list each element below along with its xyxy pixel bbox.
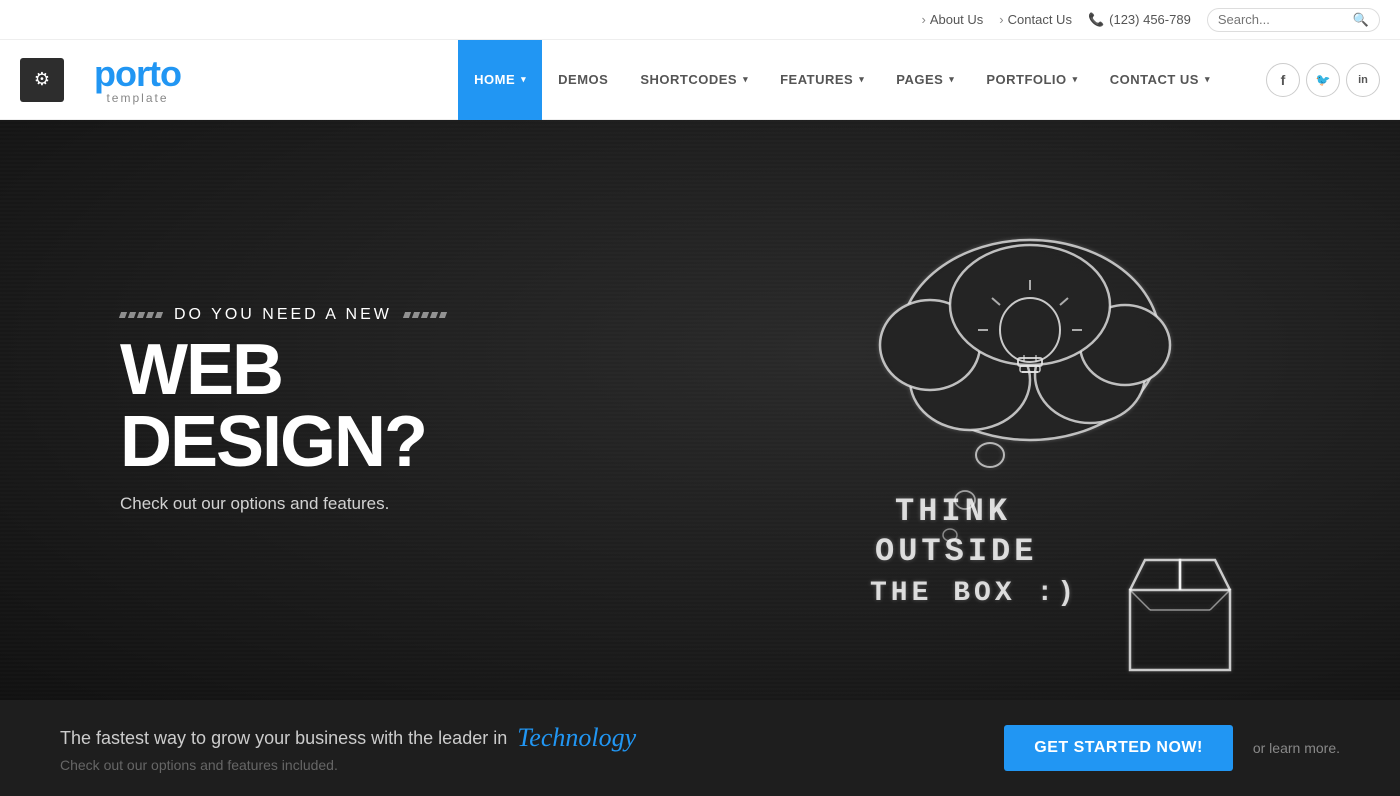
svg-text:OUTSIDE: OUTSIDE [875, 533, 1037, 570]
hero-small-text: DO YOU NEED A NEW [120, 306, 600, 324]
shortcodes-arrow-icon: ▾ [743, 74, 748, 85]
get-started-button[interactable]: Get Started Now! [1004, 725, 1233, 771]
contact-arrow-icon: ▾ [1205, 74, 1210, 85]
svg-text:THINK: THINK [895, 493, 1011, 530]
gear-button[interactable]: ⚙ [20, 58, 64, 102]
features-arrow-icon: ▾ [859, 74, 864, 85]
chalk-art: THINK OUTSIDE THE BOX :) [740, 160, 1320, 685]
bottom-main-text: The fastest way to grow your business wi… [60, 728, 507, 749]
hero-description: Check out our options and features. [120, 494, 600, 514]
main-header: ⚙ porto template HOME ▾ DEMOS SHORTCODES… [0, 40, 1400, 120]
linkedin-icon[interactable]: in [1346, 63, 1380, 97]
hero-content: DO YOU NEED A NEW WEB DESIGN? Check out … [0, 306, 600, 514]
facebook-icon[interactable]: f [1266, 63, 1300, 97]
pages-arrow-icon: ▾ [949, 74, 954, 85]
hero-title: WEB DESIGN? [120, 334, 600, 478]
nav-demos[interactable]: DEMOS [542, 40, 624, 120]
svg-text:THE BOX :): THE BOX :) [870, 578, 1078, 609]
or-learn-text: or learn more. [1253, 740, 1340, 756]
phone-icon: 📞 [1088, 12, 1104, 28]
hero-section: DO YOU NEED A NEW WEB DESIGN? Check out … [0, 120, 1400, 700]
logo-name: porto [94, 53, 181, 94]
bottom-highlight: Technology [517, 723, 636, 753]
nav-features[interactable]: FEATURES ▾ [764, 40, 880, 120]
nav-pages[interactable]: PAGES ▾ [880, 40, 970, 120]
nav-portfolio[interactable]: PORTFOLIO ▾ [970, 40, 1093, 120]
search-box[interactable]: 🔍 [1207, 8, 1380, 32]
twitter-icon[interactable]: 🐦 [1306, 63, 1340, 97]
search-input[interactable] [1218, 12, 1348, 27]
hero-deco-right [404, 312, 446, 318]
search-icon: 🔍 [1353, 12, 1369, 28]
main-nav: HOME ▾ DEMOS SHORTCODES ▾ FEATURES ▾ PAG… [458, 40, 1226, 120]
hero-subtitle-small: DO YOU NEED A NEW [174, 306, 392, 324]
bottom-subtext: Check out our options and features inclu… [60, 757, 636, 773]
logo-area: porto template [94, 56, 181, 104]
home-arrow-icon: ▾ [521, 74, 526, 85]
top-bar: About Us Contact Us 📞 (123) 456-789 🔍 [0, 0, 1400, 40]
about-us-link[interactable]: About Us [921, 12, 983, 27]
logo-sub: template [106, 92, 168, 104]
portfolio-arrow-icon: ▾ [1073, 74, 1078, 85]
bottom-bar: The fastest way to grow your business wi… [0, 700, 1400, 796]
hero-deco-left [120, 312, 162, 318]
logo-text: porto [94, 56, 181, 92]
social-icons: f 🐦 in [1266, 63, 1380, 97]
phone-item: 📞 (123) 456-789 [1088, 12, 1191, 28]
phone-number: (123) 456-789 [1109, 12, 1191, 27]
gear-icon: ⚙ [34, 69, 50, 90]
nav-shortcodes[interactable]: SHORTCODES ▾ [624, 40, 764, 120]
nav-contact-us[interactable]: CONTACT US ▾ [1094, 40, 1226, 120]
top-bar-links: About Us Contact Us 📞 (123) 456-789 🔍 [921, 8, 1380, 32]
contact-us-link[interactable]: Contact Us [999, 12, 1072, 27]
nav-home[interactable]: HOME ▾ [458, 40, 542, 120]
bottom-text-area: The fastest way to grow your business wi… [60, 723, 636, 773]
bottom-cta-area: Get Started Now! or learn more. [1004, 725, 1340, 771]
